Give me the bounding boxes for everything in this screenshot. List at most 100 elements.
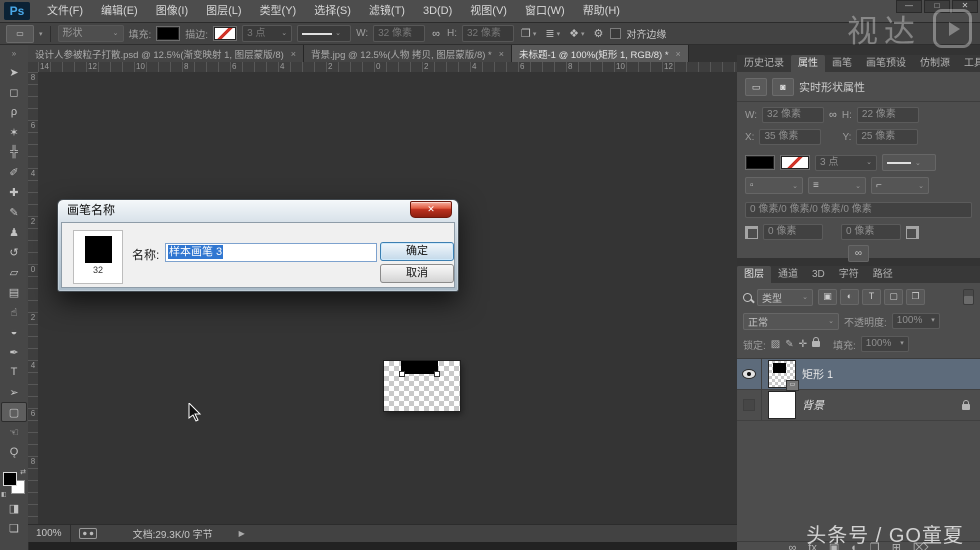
status-expand-icon[interactable]: ▶	[239, 529, 245, 538]
menu-item[interactable]: 帮助(H)	[574, 0, 629, 22]
shape-fill-swatch[interactable]	[745, 155, 775, 170]
layer-name[interactable]: 背景	[802, 397, 824, 413]
shape-width-field[interactable]: 32 像素	[373, 25, 425, 42]
panel-tab[interactable]: 历史记录	[737, 55, 791, 72]
menu-item[interactable]: 窗口(W)	[516, 0, 574, 22]
ok-button[interactable]: 确定	[380, 242, 454, 261]
filter-adjustment-icon[interactable]: ◐	[840, 289, 859, 305]
canvas-pasteboard[interactable]	[38, 72, 737, 524]
tab-close-icon[interactable]: ×	[291, 49, 296, 59]
opacity-field[interactable]: 100% ▾	[892, 313, 940, 329]
menu-item[interactable]: 3D(D)	[414, 0, 461, 22]
stroke-option-select[interactable]: ≡ ⌄	[808, 177, 866, 194]
stroke-option-select[interactable]: ⌐ ⌄	[871, 177, 929, 194]
shape-h-field[interactable]: 22 像素	[857, 107, 919, 123]
document-tab[interactable]: 背景.jpg @ 12.5%(人物 拷贝, 图层蒙版/8) * ×	[304, 45, 512, 62]
toolbar-collapse-button[interactable]: »	[0, 45, 29, 62]
panel-tab[interactable]: 路径	[866, 266, 900, 283]
quick-mask-button[interactable]: ◨	[1, 498, 27, 518]
panel-tab[interactable]: 工具预设	[957, 55, 980, 72]
eraser-tool[interactable]: ▱	[1, 262, 27, 282]
tab-close-icon[interactable]: ×	[676, 49, 681, 59]
tool-preset-icon[interactable]: ▭	[6, 25, 34, 43]
menu-item[interactable]: 选择(S)	[305, 0, 360, 22]
brush-tool[interactable]: ✎	[1, 202, 27, 222]
filter-smart-object-icon[interactable]: ❐	[906, 289, 925, 305]
menu-item[interactable]: 图层(L)	[197, 0, 250, 22]
panel-tab[interactable]: 属性	[791, 55, 825, 72]
stroke-swatch[interactable]	[213, 26, 237, 41]
corner-radius-field[interactable]: 0 像素	[841, 224, 901, 240]
layer-filter-select[interactable]: 类型 ⌄	[757, 289, 813, 306]
panel-tab[interactable]: 图层	[737, 266, 771, 283]
menu-item[interactable]: 视图(V)	[461, 0, 516, 22]
link-dimensions-icon[interactable]: ∞	[430, 28, 442, 40]
path-alignment-button[interactable]: ≣▾	[543, 27, 562, 40]
zoom-tool[interactable]: Ǫ	[1, 442, 27, 462]
zoom-level-field[interactable]: 100%	[28, 525, 71, 542]
stroke-type-select[interactable]: ⌄	[297, 25, 351, 42]
rectangle-shape[interactable]	[401, 361, 438, 374]
magic-wand-tool[interactable]: ✶	[1, 122, 27, 142]
link-radii-button[interactable]: ∞	[848, 245, 869, 262]
move-tool[interactable]: ➤	[1, 62, 27, 82]
anchor-point[interactable]	[399, 371, 405, 377]
align-edges-checkbox[interactable]	[610, 28, 621, 39]
geometry-options-button[interactable]: ⚙	[591, 27, 605, 40]
menu-item[interactable]: 类型(Y)	[251, 0, 306, 22]
tab-close-icon[interactable]: ×	[499, 49, 504, 59]
fill-opacity-field[interactable]: 100% ▾	[861, 336, 909, 352]
eye-icon[interactable]	[743, 370, 755, 378]
dodge-tool[interactable]: ◒	[1, 322, 27, 342]
panel-tab[interactable]: 画笔预设	[859, 55, 913, 72]
default-colors-icon[interactable]: ◧	[1, 491, 7, 498]
link-wh-icon[interactable]: ∞	[829, 109, 837, 121]
shape-w-field[interactable]: 32 像素	[762, 107, 824, 123]
live-shape-icon[interactable]: ▭	[745, 78, 767, 96]
panel-tab[interactable]: 字符	[832, 266, 866, 283]
dialog-close-button[interactable]: ✕	[410, 201, 452, 218]
panel-tab[interactable]: 仿制源	[913, 55, 957, 72]
eyedropper-tool[interactable]: ✐	[1, 162, 27, 182]
shape-stroke-type-select[interactable]: ⌄	[882, 154, 936, 171]
tool-mode-select[interactable]: 形状 ⌄	[58, 25, 124, 42]
visibility-cell[interactable]	[737, 359, 762, 389]
mask-properties-icon[interactable]: ◙	[772, 78, 794, 96]
document-tab[interactable]: 设计人参被粒子打散.psd @ 12.5%(渐变映射 1, 图层蒙版/8) ×	[28, 45, 304, 62]
lock-pixels-icon[interactable]: ✎	[785, 339, 793, 350]
shape-height-field[interactable]: 32 像素	[462, 25, 514, 42]
hand-tool[interactable]: ☜	[1, 422, 27, 442]
blend-mode-select[interactable]: 正常 ⌄	[743, 313, 839, 330]
menu-item[interactable]: 文件(F)	[38, 0, 92, 22]
anchor-point[interactable]	[434, 371, 440, 377]
filter-shape-icon[interactable]: ▢	[884, 289, 903, 305]
crop-tool[interactable]: ╬	[1, 142, 27, 162]
layer-row-rectangle-1[interactable]: ▭ 矩形 1	[737, 359, 980, 390]
layer-thumbnail[interactable]	[769, 392, 795, 418]
stroke-option-select[interactable]: ▫ ⌄	[745, 177, 803, 194]
eye-hidden-icon[interactable]	[743, 399, 755, 411]
shape-stroke-width-select[interactable]: 3 点 ⌄	[815, 155, 877, 171]
tool-preset-caret-icon[interactable]: ▾	[39, 30, 43, 38]
shape-stroke-swatch[interactable]	[780, 155, 810, 170]
filter-type-icon[interactable]: T	[862, 289, 881, 305]
panel-tab[interactable]: 画笔	[825, 55, 859, 72]
foreground-color-swatch[interactable]	[3, 472, 17, 486]
brush-name-input[interactable]: 样本画笔 3	[165, 243, 377, 262]
cancel-button[interactable]: 取消	[380, 264, 454, 283]
document-canvas[interactable]	[384, 361, 460, 411]
layer-thumbnail[interactable]: ▭	[769, 361, 795, 387]
link-layers-icon[interactable]: ∞	[788, 542, 796, 550]
corner-radius-field[interactable]: 0 像素	[763, 224, 823, 240]
path-selection-tool[interactable]: ➢	[1, 382, 27, 402]
smudge-tool[interactable]: ☝	[1, 302, 27, 322]
filter-toggle-switch[interactable]	[963, 289, 974, 305]
marquee-tool[interactable]: ◻	[1, 82, 27, 102]
lock-transparency-icon[interactable]: ▨	[771, 339, 780, 350]
screen-mode-button[interactable]: ❏	[1, 518, 27, 538]
panel-tab[interactable]: 3D	[805, 266, 832, 283]
menu-item[interactable]: 图像(I)	[147, 0, 197, 22]
lock-position-icon[interactable]: ✛	[799, 339, 807, 350]
stroke-width-select[interactable]: 3 点 ⌄	[242, 25, 292, 42]
fill-swatch[interactable]	[156, 26, 180, 41]
